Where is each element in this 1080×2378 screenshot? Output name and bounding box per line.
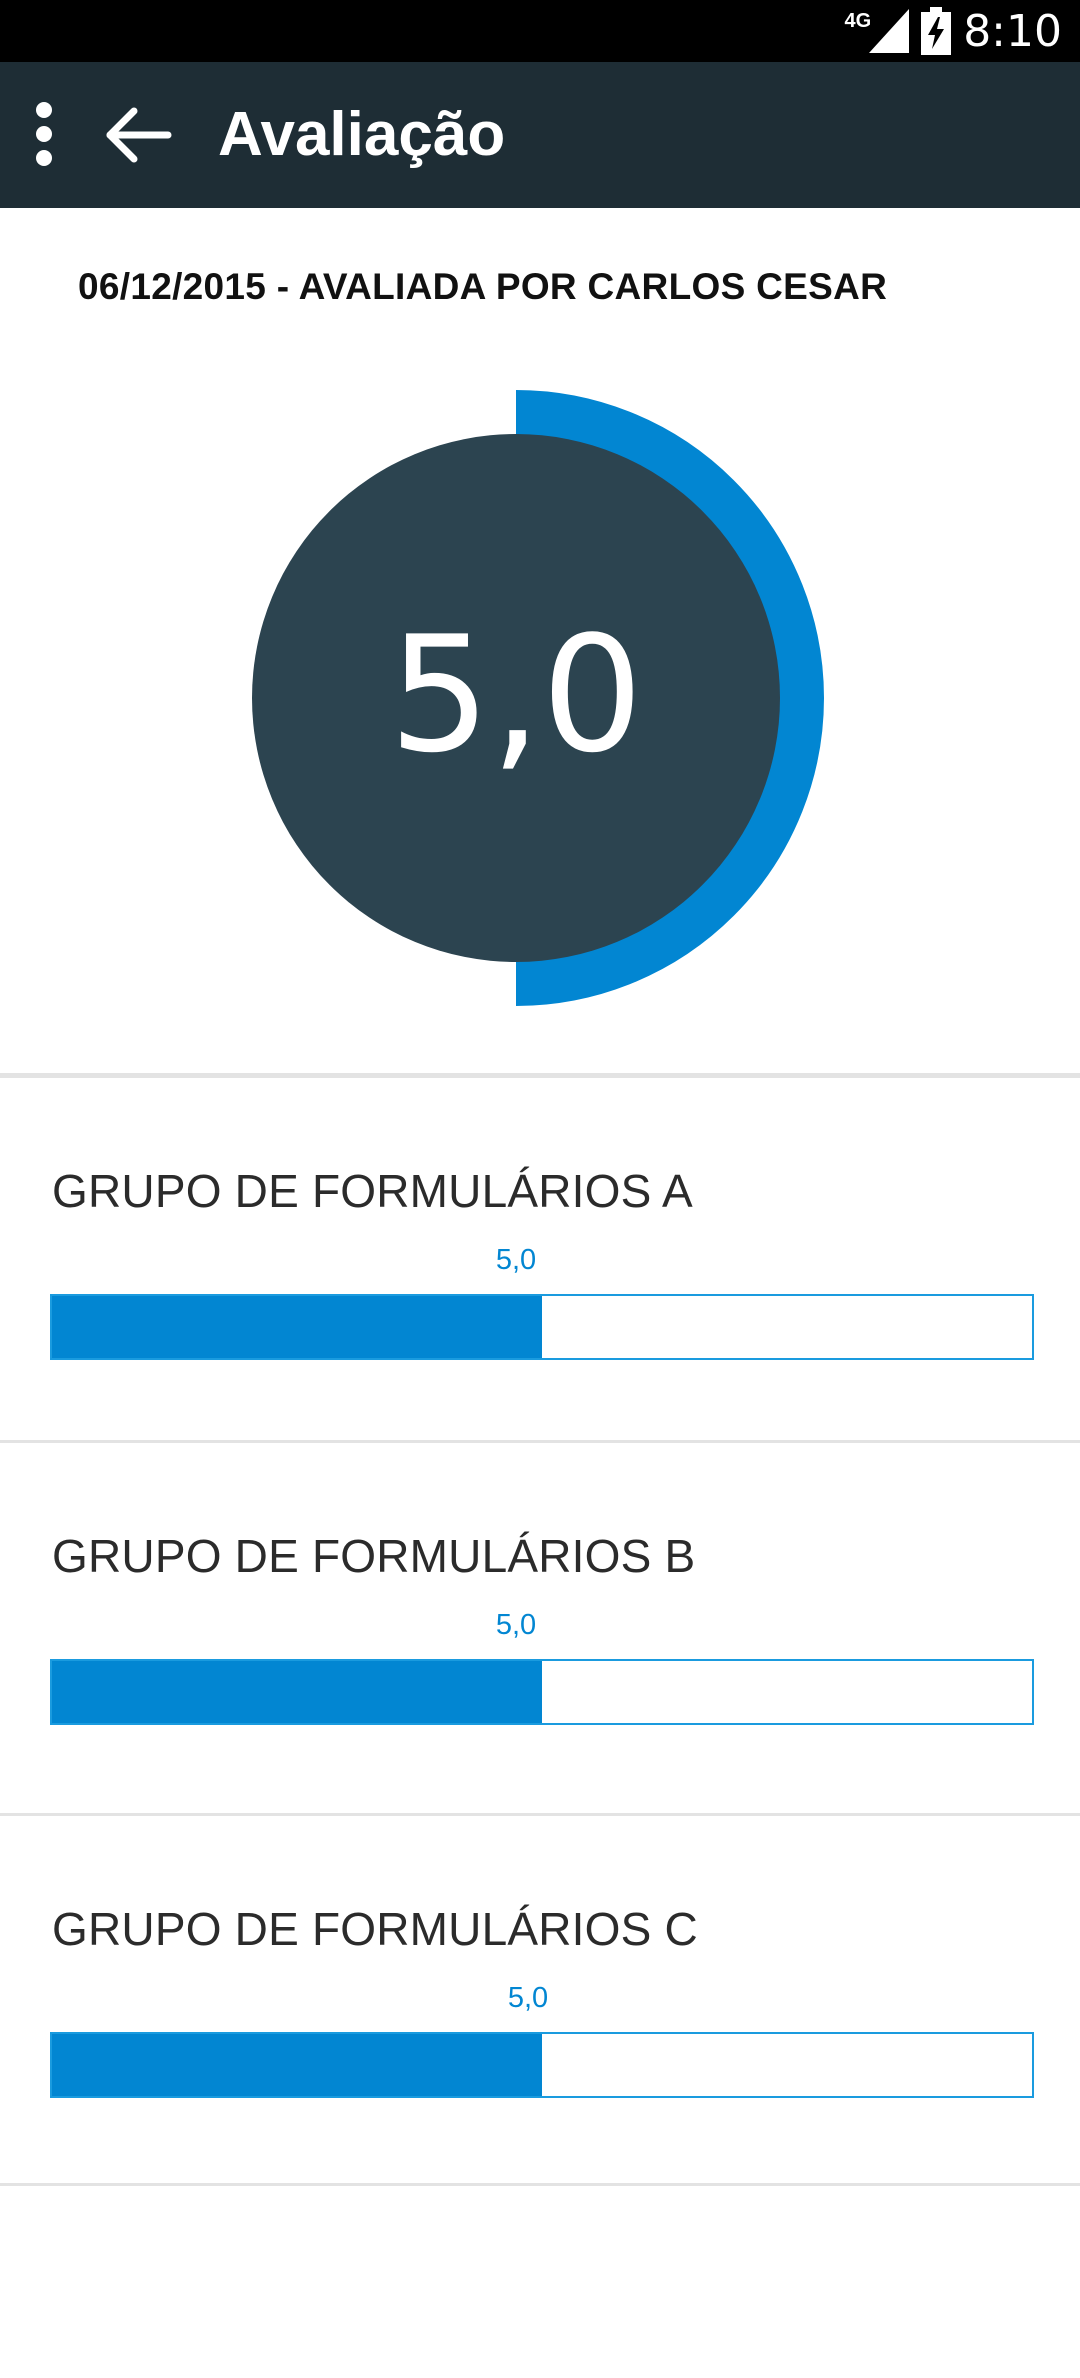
form-group-progress-fill [52,2034,542,2096]
section-divider [0,2183,1080,2186]
form-group-progress-bar [50,1294,1034,1360]
signal-icon [869,9,910,53]
form-group-progress-fill [52,1296,542,1358]
arrow-back-icon [106,107,172,163]
form-group-score: 5,0 [495,1244,537,1276]
form-group-score: 5,0 [507,1982,549,2014]
battery-charging-icon [921,7,952,55]
page-title: Avaliação [218,100,506,169]
app-toolbar: Avaliação [0,62,1080,208]
more-vert-icon [36,102,52,166]
evaluation-date-evaluator: 06/12/2015 - AVALIADA POR CARLOS CESAR [78,266,888,307]
form-group-b: GRUPO DE FORMULÁRIOS B 5,0 [0,1443,1080,1813]
status-bar: 4G 8:10 [0,0,1080,62]
form-group-a: GRUPO DE FORMULÁRIOS A 5,0 [0,1078,1080,1440]
form-group-title: GRUPO DE FORMULÁRIOS A [52,1165,693,1217]
overflow-menu-button[interactable] [24,100,64,170]
form-group-score: 5,0 [495,1609,537,1641]
back-button[interactable] [100,102,180,168]
form-group-progress-bar [50,2032,1034,2098]
form-group-title: GRUPO DE FORMULÁRIOS C [52,1903,698,1955]
status-time: 8:10 [963,5,1062,57]
form-group-c: GRUPO DE FORMULÁRIOS C 5,0 [0,1816,1080,2183]
form-group-title: GRUPO DE FORMULÁRIOS B [52,1530,696,1582]
form-group-progress-bar [50,1659,1034,1725]
status-icons: 4G 8:10 [845,0,1063,62]
form-group-progress-fill [52,1661,542,1723]
overall-score: 5,0 [388,600,644,788]
network-type-label: 4G [844,9,872,32]
